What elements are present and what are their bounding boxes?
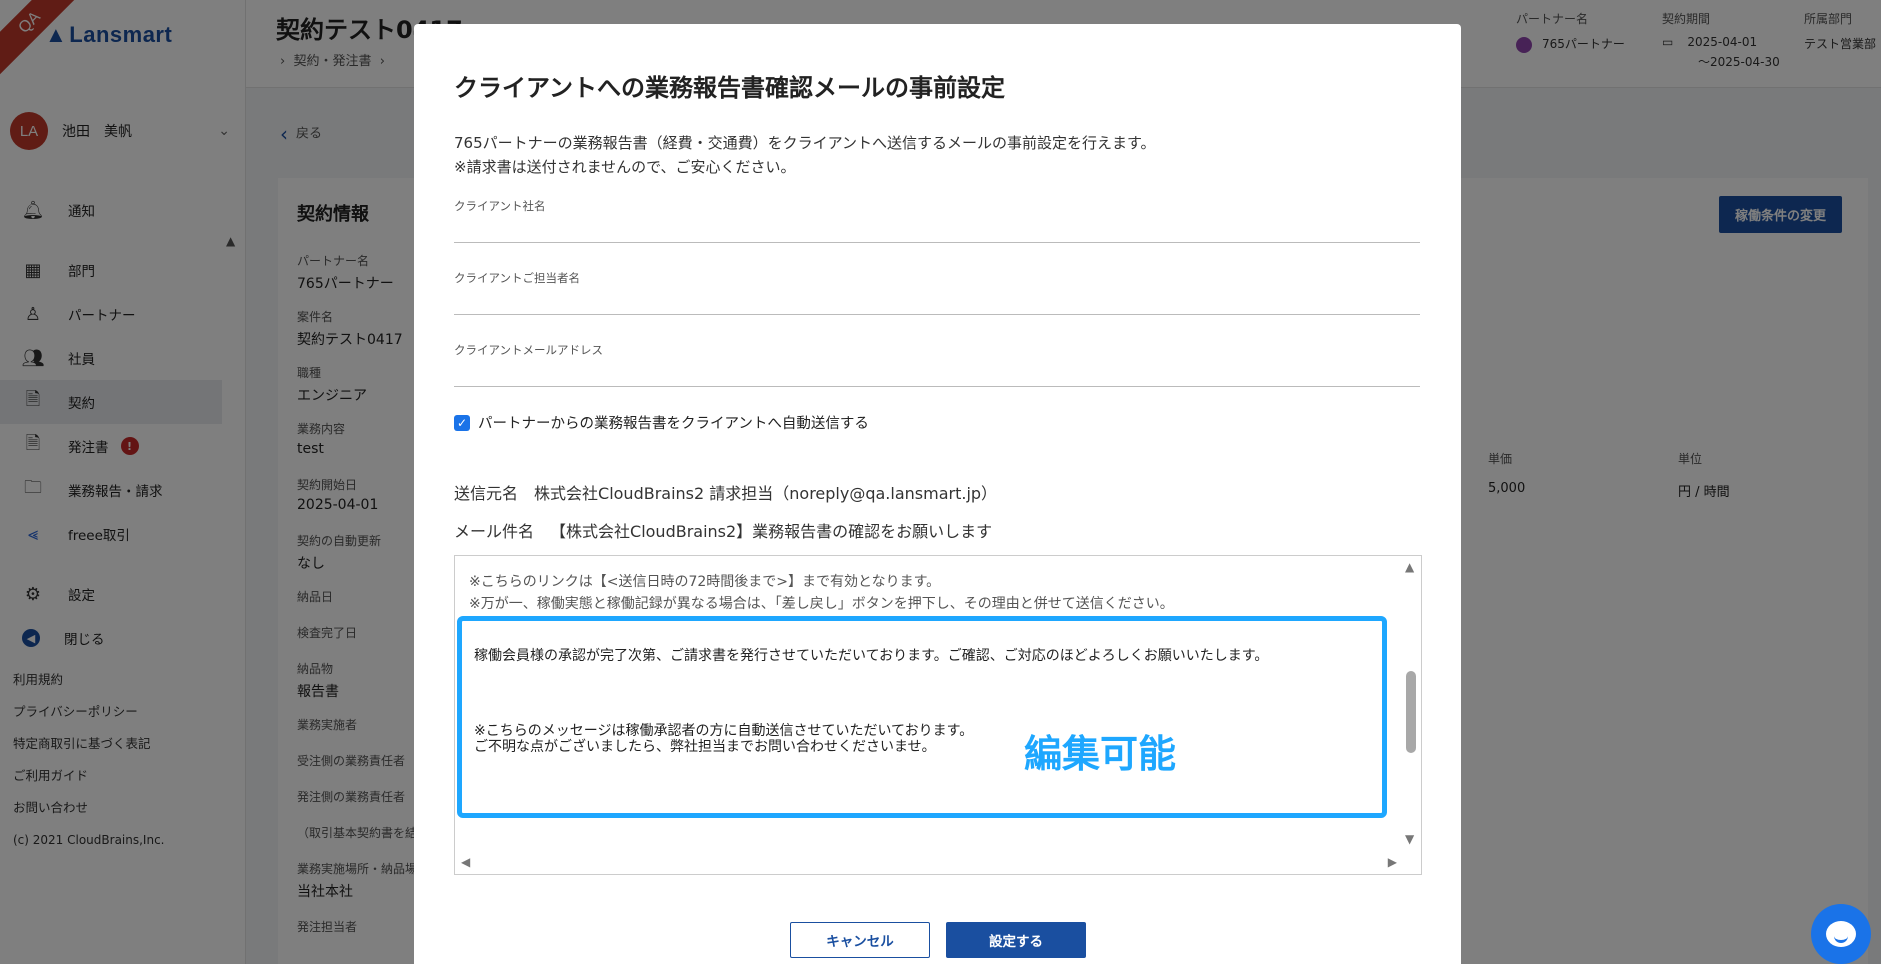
subject-value: 【株式会社CloudBrains2】業務報告書の確認をお願いします	[550, 522, 993, 541]
horizontal-scrollbar[interactable]: ◀ ▶	[455, 852, 1403, 874]
client-email-field: クライアントメールアドレス	[454, 342, 1420, 387]
client-company-input[interactable]	[454, 218, 1420, 242]
scroll-up-icon[interactable]: ▲	[1405, 560, 1414, 574]
client-email-label: クライアントメールアドレス	[454, 343, 604, 357]
description-line: ※請求書は送付されませんので、ご安心ください。	[454, 158, 796, 176]
subject-key: メール件名	[454, 522, 535, 541]
email-body-textarea[interactable]: ※こちらのリンクは【<送信日時の72時間後まで>】まで有効となります。 ※万が一…	[454, 555, 1422, 875]
scroll-right-icon[interactable]: ▶	[1388, 855, 1397, 869]
auto-send-checkbox-row[interactable]: ✓ パートナーからの業務報告書をクライアントへ自動送信する	[454, 412, 869, 433]
cancel-button[interactable]: キャンセル	[790, 922, 930, 958]
auto-send-checkbox[interactable]: ✓	[454, 414, 470, 431]
scrollbar-thumb[interactable]	[1406, 671, 1416, 753]
editable-highlight-box: 稼働会員様の承認が完了次第、ご請求書を発行させていただいております。ご確認、ご対…	[457, 616, 1387, 818]
save-settings-button[interactable]: 設定する	[946, 922, 1086, 958]
sender-value: 株式会社CloudBrains2 請求担当（noreply@qa.lansmar…	[534, 484, 998, 503]
body-line: ご不明な点がございましたら、弊社担当までお問い合わせくださいませ。	[474, 739, 936, 755]
scroll-left-icon[interactable]: ◀	[461, 855, 470, 869]
scroll-down-icon[interactable]: ▼	[1405, 832, 1414, 846]
email-settings-modal: クライアントへの業務報告書確認メールの事前設定 765パートナーの業務報告書（経…	[414, 24, 1461, 964]
email-body-text[interactable]: ※こちらのリンクは【<送信日時の72時間後まで>】まで有効となります。 ※万が一…	[469, 571, 1174, 615]
editable-annotation: 編集可能	[1024, 732, 1177, 776]
body-line: ※こちらのリンクは【<送信日時の72時間後まで>】まで有効となります。	[469, 574, 941, 590]
body-paragraph[interactable]: ※こちらのメッセージは稼働承認者の方に自動送信させていただいております。 ご不明…	[474, 723, 973, 755]
client-company-label: クライアント社名	[454, 199, 546, 213]
client-company-field: クライアント社名	[454, 198, 1420, 243]
client-email-input[interactable]	[454, 362, 1420, 386]
chat-support-button[interactable]	[1811, 904, 1871, 964]
chat-icon	[1826, 921, 1856, 947]
client-contact-label: クライアントご担当者名	[454, 271, 581, 285]
modal-description: 765パートナーの業務報告書（経費・交通費）をクライアントへ送信するメールの事前…	[454, 131, 1156, 179]
client-contact-input[interactable]	[454, 290, 1420, 314]
body-line[interactable]: 稼働会員様の承認が完了次第、ご請求書を発行させていただいております。ご確認、ご対…	[474, 645, 1268, 665]
modal-title: クライアントへの業務報告書確認メールの事前設定	[454, 74, 1006, 102]
sender-row: 送信元名 株式会社CloudBrains2 請求担当（noreply@qa.lan…	[454, 480, 997, 504]
description-line: 765パートナーの業務報告書（経費・交通費）をクライアントへ送信するメールの事前…	[454, 134, 1156, 152]
vertical-scrollbar[interactable]: ▲ ▼	[1401, 556, 1421, 854]
auto-send-label[interactable]: パートナーからの業務報告書をクライアントへ自動送信する	[478, 412, 869, 433]
subject-row: メール件名 【株式会社CloudBrains2】業務報告書の確認をお願いします	[454, 518, 992, 542]
body-line: ※万が一、稼働実態と稼働記録が異なる場合は、「差し戻し」ボタンを押下し、その理由…	[469, 596, 1174, 612]
sender-key: 送信元名	[454, 484, 519, 503]
body-line: ※こちらのメッセージは稼働承認者の方に自動送信させていただいております。	[474, 723, 974, 739]
client-contact-field: クライアントご担当者名	[454, 270, 1420, 315]
